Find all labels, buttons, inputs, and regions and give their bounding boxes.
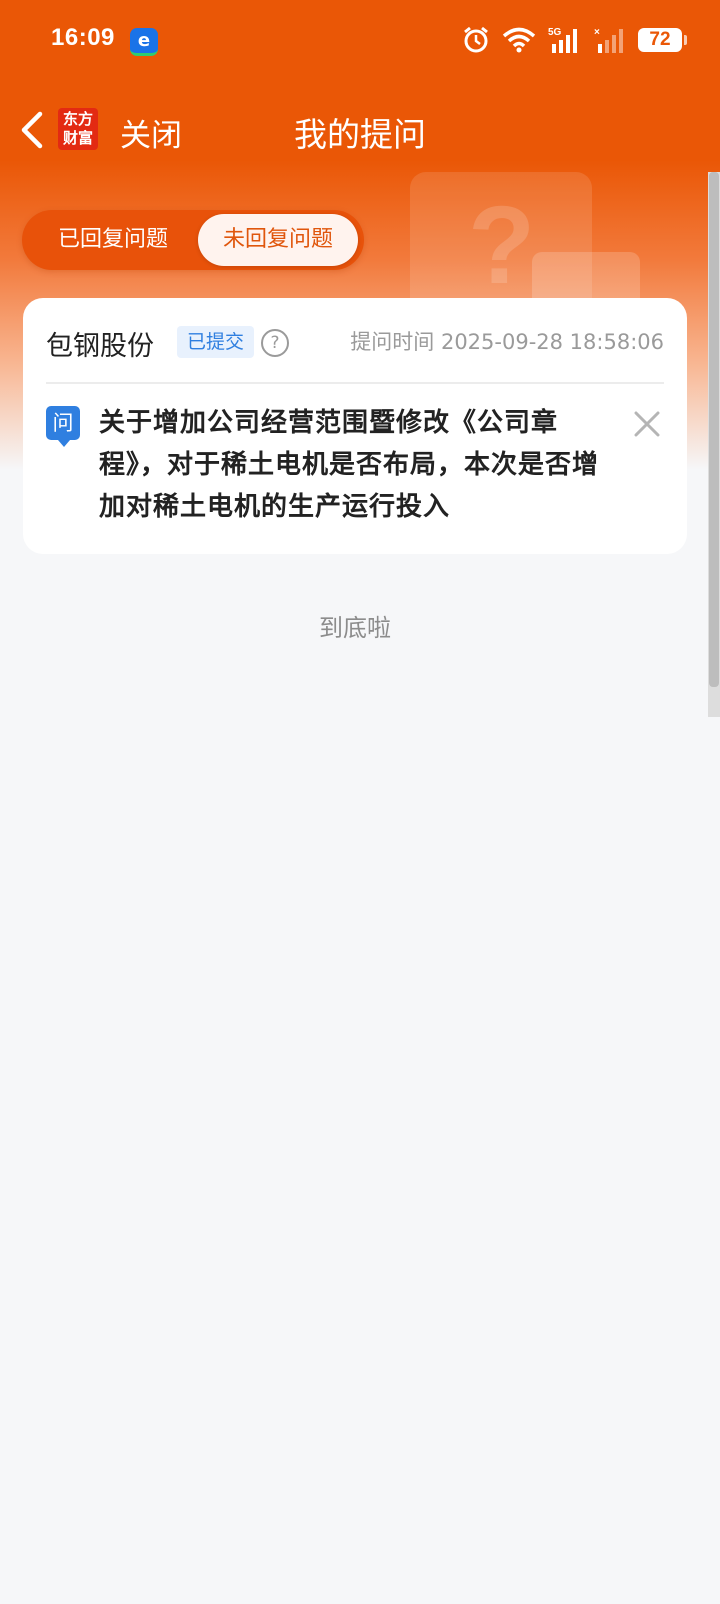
ask-time: 提问时间 2025-09-28 18:58:06 bbox=[350, 330, 664, 354]
signal-sim2-icon: × bbox=[594, 27, 623, 53]
question-illustration: ? bbox=[410, 172, 640, 332]
end-of-list-text: 到底啦 bbox=[319, 614, 391, 642]
question-icon: 问 bbox=[46, 406, 80, 447]
question-tabs: 已回复问题 未回复问题 bbox=[22, 210, 364, 270]
svg-text:×: × bbox=[594, 27, 600, 38]
question-card[interactable]: 包钢股份 已提交 ? 提问时间 2025-09-28 18:58:06 问 关于… bbox=[23, 298, 687, 554]
question-text: 关于增加公司经营范围暨修改《公司章程》，对于稀土电机是否布局，本次是否增加对稀土… bbox=[99, 408, 600, 522]
signal-5g-icon: 5G bbox=[548, 27, 577, 53]
tab-unanswered[interactable]: 未回复问题 bbox=[198, 214, 358, 266]
help-icon[interactable]: ? bbox=[261, 329, 289, 357]
status-icons: 5G × 72 bbox=[462, 26, 687, 54]
nav-bar: 东方财富 关闭 我的提问 bbox=[0, 96, 720, 164]
close-icon[interactable] bbox=[631, 408, 663, 440]
svg-text:5G: 5G bbox=[548, 27, 562, 38]
status-badge: 已提交 bbox=[177, 326, 255, 358]
divider bbox=[46, 382, 664, 384]
page-title: 我的提问 bbox=[294, 115, 426, 154]
status-bar: 16:09 e 5G × 72 bbox=[0, 0, 720, 84]
status-time: 16:09 bbox=[51, 24, 115, 51]
scrollbar-thumb[interactable] bbox=[709, 172, 719, 687]
tab-answered[interactable]: 已回复问题 bbox=[28, 214, 198, 266]
battery-indicator: 72 bbox=[638, 28, 687, 52]
app-notification-icon: e bbox=[130, 28, 158, 56]
stock-name[interactable]: 包钢股份 bbox=[46, 324, 154, 363]
wifi-icon bbox=[502, 27, 536, 53]
alarm-icon bbox=[464, 26, 488, 53]
